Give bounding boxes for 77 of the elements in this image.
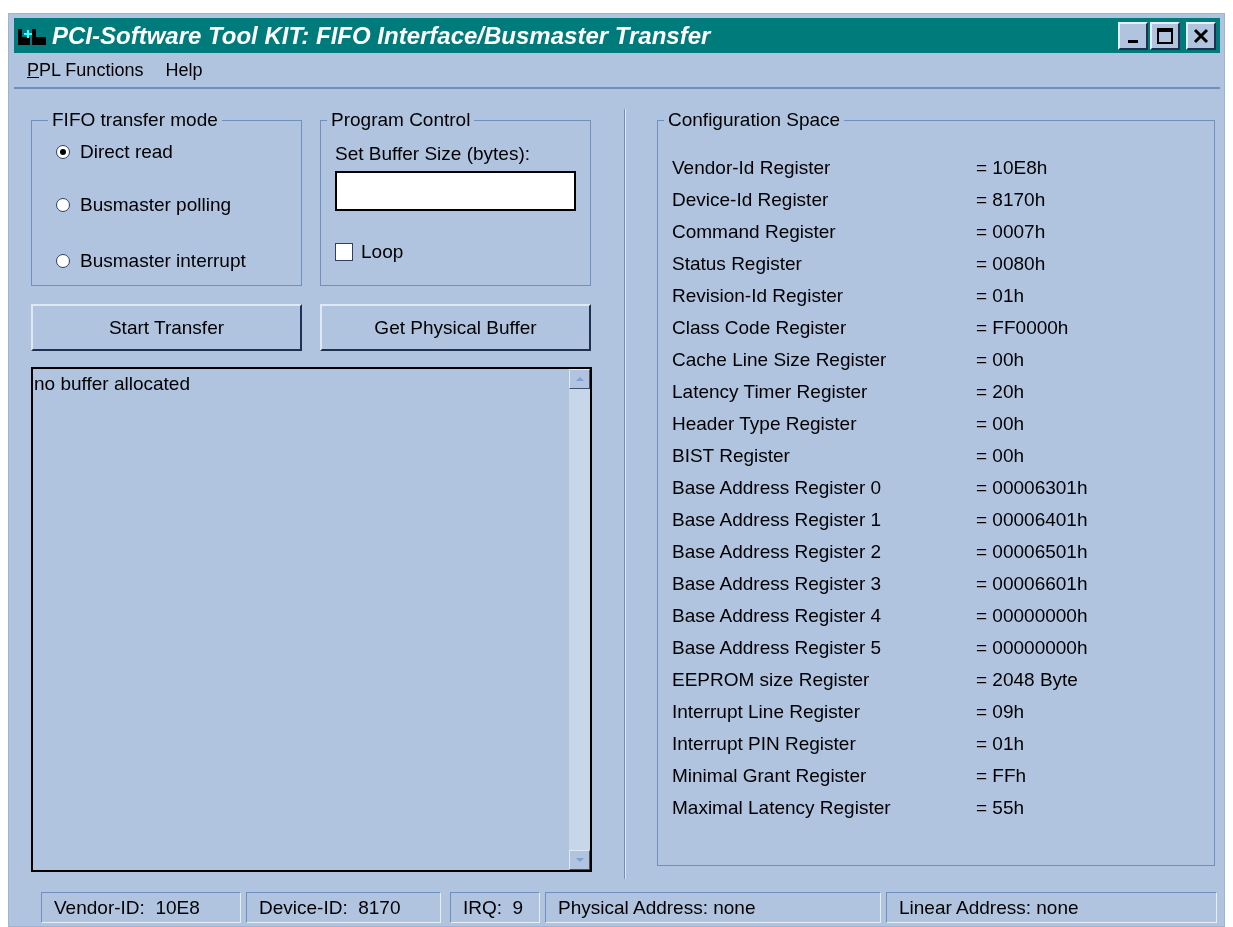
register-value: = 00h — [976, 348, 1026, 372]
register-label: Base Address Register 0 — [672, 476, 883, 500]
checkbox[interactable] — [335, 243, 353, 261]
register-label: Interrupt Line Register — [672, 700, 861, 724]
register-value: = FF0000h — [976, 316, 1070, 340]
radio-button[interactable] — [56, 198, 70, 212]
menu-item[interactable]: Help — [165, 59, 203, 81]
input-field[interactable] — [335, 171, 576, 211]
up-arrow-icon — [574, 376, 585, 382]
minimize-button[interactable] — [1118, 21, 1148, 50]
register-value: = 00006401h — [976, 508, 1089, 532]
register-value: = FFh — [976, 764, 1028, 788]
maximize-button[interactable] — [1150, 21, 1180, 50]
register-value: = 0007h — [976, 220, 1047, 244]
register-value: = 01h — [976, 732, 1026, 756]
status-panel: Linear Address: none — [886, 892, 1217, 923]
status-panel: Device-ID: 8170 — [246, 892, 441, 923]
register-value: = 00006601h — [976, 572, 1089, 596]
register-label: Class Code Register — [672, 316, 848, 340]
scrollbar[interactable] — [569, 369, 590, 870]
register-label: Maximal Latency Register — [672, 796, 892, 820]
status-panel: Vendor-ID: 10E8 — [41, 892, 241, 923]
register-label: Latency Timer Register — [672, 380, 869, 404]
group-title: Program Control — [330, 109, 472, 131]
register-value: = 0080h — [976, 252, 1047, 276]
register-label: Device-Id Register — [672, 188, 830, 212]
register-value: = 00000000h — [976, 604, 1089, 628]
register-label: Status Register — [672, 252, 803, 276]
status-panel: IRQ: 9 — [450, 892, 540, 923]
register-value: = 00006301h — [976, 476, 1089, 500]
register-value: = 55h — [976, 796, 1026, 820]
register-label: Base Address Register 3 — [672, 572, 883, 596]
close-icon — [1193, 27, 1209, 44]
minimize-icon — [1128, 40, 1138, 43]
register-label: Vendor-Id Register — [672, 156, 832, 180]
checkbox-label[interactable]: Loop — [361, 241, 404, 263]
register-value: = 10E8h — [976, 156, 1049, 180]
radio-button[interactable] — [56, 145, 70, 159]
scroll-up-button[interactable] — [569, 369, 590, 389]
maximize-icon — [1157, 27, 1173, 44]
register-value: = 00h — [976, 412, 1026, 436]
register-value: = 8170h — [976, 188, 1047, 212]
group-title: Configuration Space — [667, 109, 842, 131]
register-label: Revision-Id Register — [672, 284, 845, 308]
register-value: = 20h — [976, 380, 1026, 404]
radio-button[interactable] — [56, 254, 70, 268]
register-label: EEPROM size Register — [672, 668, 871, 692]
register-label: Base Address Register 2 — [672, 540, 883, 564]
scroll-down-button[interactable] — [569, 850, 590, 870]
register-label: Cache Line Size Register — [672, 348, 888, 372]
down-arrow-icon — [574, 857, 585, 863]
register-label: Base Address Register 1 — [672, 508, 883, 532]
group-title: FIFO transfer mode — [51, 109, 219, 131]
register-value: = 00006501h — [976, 540, 1089, 564]
register-label: Minimal Grant Register — [672, 764, 868, 788]
register-label: Base Address Register 4 — [672, 604, 883, 628]
register-value: = 2048 Byte — [976, 668, 1079, 692]
radio-label[interactable]: Direct read — [80, 141, 173, 163]
output-text: no buffer allocated — [33, 372, 191, 396]
register-label: Header Type Register — [672, 412, 858, 436]
window-title: PCI-Software Tool KIT: FIFO Interface/Busmaster Transfer — [52, 21, 713, 50]
register-label: Interrupt PIN Register — [672, 732, 857, 756]
register-value: = 09h — [976, 700, 1026, 724]
register-value: = 00000000h — [976, 636, 1089, 660]
register-value: = 00h — [976, 444, 1026, 468]
register-label: Command Register — [672, 220, 837, 244]
radio-label[interactable]: Busmaster polling — [80, 194, 232, 216]
action-button[interactable]: Start Transfer — [31, 304, 302, 351]
action-button[interactable]: Get Physical Buffer — [320, 304, 591, 351]
menu-item[interactable]: PPL Functions — [27, 59, 144, 81]
status-panel: Physical Address: none — [545, 892, 881, 923]
register-value: = 01h — [976, 284, 1026, 308]
register-label: Base Address Register 5 — [672, 636, 883, 660]
register-label: BIST Register — [672, 444, 791, 468]
field-label: Set Buffer Size (bytes): — [335, 143, 531, 165]
close-button[interactable] — [1186, 21, 1216, 50]
radio-label[interactable]: Busmaster interrupt — [80, 250, 246, 272]
